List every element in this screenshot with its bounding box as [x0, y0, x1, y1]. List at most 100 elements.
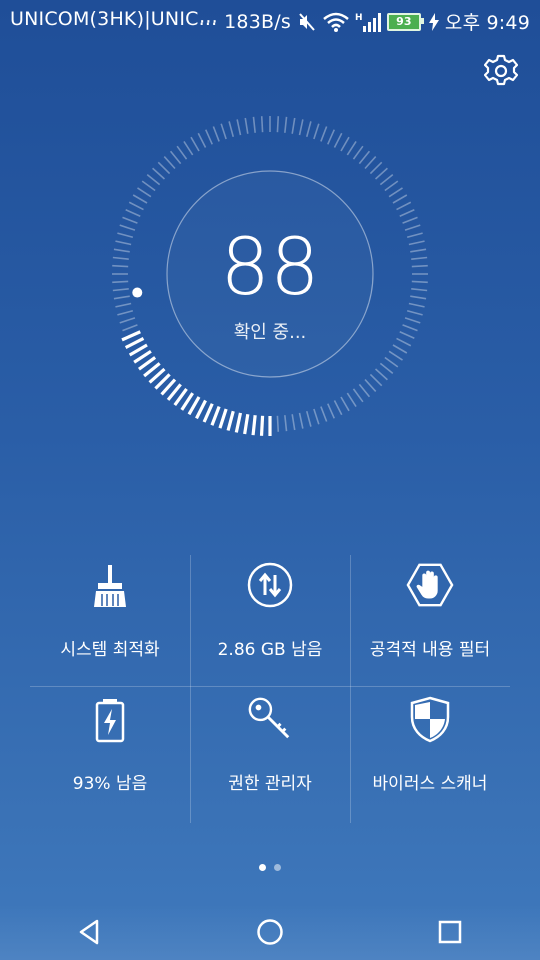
back-button[interactable] — [60, 907, 120, 957]
gauge-tick — [411, 264, 428, 268]
scan-status: 확인 중... — [233, 322, 307, 343]
gauge-tick — [113, 295, 130, 300]
gauge-tick — [244, 117, 249, 134]
gauge-tick — [320, 406, 328, 422]
gauge-tick — [327, 403, 335, 419]
gear-icon — [483, 54, 519, 86]
gauge-tick — [384, 180, 399, 192]
tool-label: 권한 관리자 — [228, 774, 312, 794]
gauge-tick — [411, 288, 428, 292]
gauge-tick — [379, 173, 394, 186]
gauge-tick — [364, 156, 377, 170]
page-dot[interactable] — [274, 864, 281, 871]
gauge-tick — [132, 194, 148, 204]
gauge-tick — [119, 224, 136, 231]
settings-button[interactable] — [483, 54, 519, 88]
tool-label: 시스템 최적화 — [60, 640, 160, 660]
shield-icon — [406, 695, 454, 743]
tool-system-optimize[interactable]: 시스템 최적화 — [30, 555, 190, 687]
gauge-tick — [197, 132, 207, 148]
tool-content-filter[interactable]: 공격적 내용 필터 — [350, 555, 510, 687]
gauge-tick — [410, 295, 427, 300]
gauge-tick — [396, 337, 412, 347]
gauge-tick — [212, 126, 220, 142]
gauge-tick — [157, 161, 171, 175]
gauge-tick — [399, 331, 415, 339]
gauge-tick — [115, 240, 132, 246]
gauge-tick — [410, 248, 427, 253]
gauge-tick-active — [195, 399, 207, 420]
gauge-tick — [113, 248, 130, 253]
gauge-tick — [122, 216, 138, 224]
gauge-tick — [252, 116, 256, 133]
gauge-tick — [176, 145, 188, 160]
gauge-tick-active — [202, 403, 214, 423]
key-icon — [246, 695, 294, 743]
tool-battery[interactable]: 93% 남음 — [30, 689, 190, 821]
gauge-tick — [388, 350, 403, 361]
gauge-tick — [352, 388, 364, 403]
tool-permissions[interactable]: 권한 관리자 — [190, 689, 350, 821]
gauge-tick — [190, 136, 200, 152]
navigation-bar — [0, 904, 540, 960]
recents-button[interactable] — [420, 907, 480, 957]
charging-icon — [428, 12, 439, 31]
tool-storage[interactable]: 2.86 GB 남음 — [190, 555, 350, 687]
gauge-tick-active — [234, 412, 243, 433]
gauge-tick — [411, 256, 428, 260]
recents-icon — [438, 920, 462, 944]
broom-icon — [86, 561, 134, 609]
gauge-tick — [369, 373, 383, 387]
gauge-tick — [392, 194, 408, 204]
gauge-tick — [183, 141, 194, 156]
gauge-tick — [340, 136, 350, 152]
home-button[interactable] — [240, 907, 300, 957]
gauge-tick — [340, 396, 350, 412]
gauge-tick — [236, 119, 242, 136]
gauge-tick — [374, 167, 388, 180]
status-bar: UNICOM(3HK)|UNIC... ··· 183B/s H 93 오후 9… — [0, 0, 540, 36]
battery-icon — [86, 695, 134, 743]
gauge-tick-active — [124, 337, 145, 349]
gauge-tick — [112, 264, 129, 268]
tool-virus-scanner[interactable]: 바이러스 스캐너 — [350, 689, 510, 821]
carrier-label: UNICOM(3HK)|UNIC... — [10, 8, 218, 30]
battery-indicator: 93 — [386, 12, 424, 31]
gauge-tick — [169, 150, 182, 165]
gauge-tick — [396, 201, 412, 211]
gauge-tick — [284, 116, 288, 133]
gauge-tick — [346, 392, 357, 407]
gauge-tick — [305, 121, 312, 138]
gauge-tick — [305, 410, 312, 427]
gauge-tick — [313, 408, 320, 425]
gauge-tick — [291, 414, 296, 431]
gauge-tick — [260, 116, 264, 133]
page-dot-active[interactable] — [259, 864, 266, 871]
gauge-tick — [276, 415, 280, 432]
gauge-tick — [333, 400, 343, 416]
tools-grid: 시스템 최적화 2.86 GB 남음 공격적 내용 필터 93% 남음 권한 관… — [30, 555, 510, 825]
data-transfer-icon — [246, 561, 294, 609]
tool-label: 공격적 내용 필터 — [369, 640, 491, 660]
gauge-tick — [379, 362, 394, 375]
gauge-tick — [346, 141, 357, 156]
gauge-tick — [369, 161, 383, 175]
gauge-tick-active — [210, 405, 221, 426]
gauge-tick — [298, 119, 304, 136]
gauge-tick — [146, 173, 161, 186]
gauge-tick — [112, 280, 129, 284]
gauge-tick — [112, 288, 129, 292]
back-icon — [79, 919, 99, 945]
gauge-tick — [333, 132, 343, 148]
gauge-tick — [137, 187, 152, 198]
status-icons: ··· 183B/s H 93 오후 9:49 — [199, 8, 530, 35]
security-score: 88 — [220, 223, 320, 313]
gauge-tick — [408, 302, 425, 308]
gauge-tick — [141, 180, 156, 192]
gauge-tick — [152, 167, 166, 180]
gauge-tick-active — [128, 343, 148, 357]
gauge-tick — [402, 216, 418, 224]
hand-block-icon — [406, 561, 454, 609]
gauge-tick — [358, 150, 371, 165]
network-type: H — [355, 13, 363, 23]
